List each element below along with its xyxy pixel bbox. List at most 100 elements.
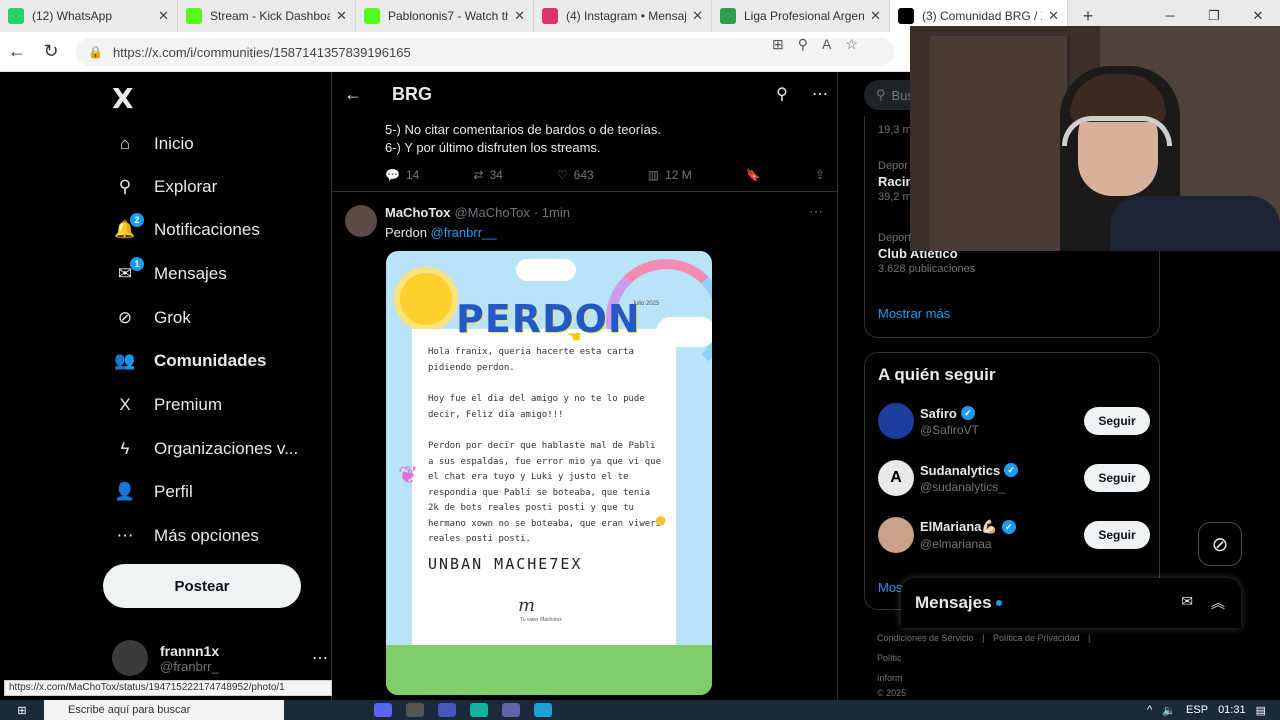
apps-icon[interactable]: ⊞ [772, 36, 784, 53]
follow-name[interactable]: Safiro [920, 406, 957, 421]
back-arrow-icon[interactable]: ← [344, 84, 364, 105]
browser-tab[interactable]: Liga Profesional Argenti ✕ [712, 0, 890, 32]
nav-item[interactable]: ⚲ Explorar [112, 167, 218, 207]
nav-item[interactable]: 👤 Perfil [112, 472, 192, 512]
bookmark-button[interactable]: 🔖 [746, 168, 761, 182]
favorite-star-icon[interactable]: ☆ [845, 36, 858, 53]
letter-unban: UNBAN MACHE7EX [428, 555, 583, 573]
repost-button[interactable]: ⇄ 34 [473, 168, 502, 182]
status-bar-url: https://x.com/MaChoTox/status/1947152221… [4, 680, 332, 696]
letter-title: PERDON [456, 297, 641, 341]
footer-separator: | [1088, 633, 1091, 643]
follow-button[interactable]: Seguir [1084, 407, 1150, 435]
app-icon[interactable] [502, 703, 520, 717]
edge-icon[interactable] [470, 703, 488, 717]
footer-link[interactable]: Polític [877, 653, 902, 663]
close-tab-icon[interactable]: ✕ [514, 8, 525, 24]
views-button[interactable]: ▥ 12 M [648, 168, 692, 182]
footer-link[interactable]: Inform [877, 673, 903, 683]
nav-item[interactable]: X Premium [112, 385, 222, 425]
read-aloud-icon[interactable]: A [822, 36, 831, 53]
volume-icon[interactable]: 🔈 [1162, 704, 1176, 717]
close-tab-icon[interactable]: ✕ [870, 8, 881, 24]
lang-indicator[interactable]: ESP [1186, 704, 1208, 716]
zoom-icon[interactable]: ⚲ [798, 36, 808, 53]
browser-tab[interactable]: (4) Instagram • Mensaje ✕ [534, 0, 712, 32]
person-icon: 👤 [114, 482, 136, 501]
footer-link[interactable]: Condiciones de Servicio [877, 633, 974, 643]
section-title: A quién seguir [878, 365, 996, 384]
grass-illustration [386, 645, 712, 695]
post[interactable]: MaChoTox @MaChoTox · 1min ⋯ Perdon @fran… [332, 193, 837, 700]
notifications-icon[interactable]: ▤ [1256, 704, 1266, 717]
taskbar-search[interactable]: Escribe aquí para buscar [44, 700, 284, 720]
nav-item[interactable]: 🔔 2 Notificaciones [112, 210, 260, 250]
nav-item[interactable]: ⊘ Grok [112, 298, 191, 338]
windows-start-icon[interactable]: ⊞ [0, 704, 44, 717]
grok-floating-button[interactable]: ⊘ [1198, 522, 1242, 566]
x-logo[interactable]: X [112, 82, 134, 115]
author-handle[interactable]: @MaChoTox [454, 205, 529, 220]
close-tab-icon[interactable]: ✕ [692, 8, 703, 24]
browser-tab[interactable]: Stream - Kick Dashboard ✕ [178, 0, 356, 32]
tab-label: (3) Comunidad BRG / X [922, 9, 1043, 23]
trend-item[interactable]: Depor Racin 39,2 m [878, 160, 913, 203]
chevron-up-icon[interactable]: ^ [1147, 704, 1152, 716]
nav-item[interactable]: ✉ 1 Mensajes [112, 254, 227, 294]
search-icon[interactable]: ⚲ [763, 84, 801, 104]
more-dots-icon[interactable]: ⋯ [809, 203, 823, 220]
more-dots-icon[interactable]: ⋯ [801, 84, 837, 104]
account-switcher[interactable]: frannn1x @franbrr_ ⋯ [112, 636, 328, 680]
close-tab-icon[interactable]: ✕ [158, 8, 169, 24]
follow-suggestion[interactable]: Safiro ✓ @SafiroVT Seguir [878, 401, 1150, 441]
tab-label: Stream - Kick Dashboard [210, 9, 331, 23]
like-button[interactable]: ♡ 643 [557, 168, 594, 182]
tab-label: (12) WhatsApp [32, 9, 113, 23]
obs-icon[interactable] [406, 703, 424, 717]
avatar[interactable] [878, 517, 914, 553]
more-dots-icon[interactable]: ⋯ [312, 648, 328, 668]
close-tab-icon[interactable]: ✕ [336, 8, 347, 24]
avatar[interactable] [878, 403, 914, 439]
expand-chevron-icon[interactable]: ︽ [1211, 593, 1225, 613]
browser-tab[interactable]: (12) WhatsApp ✕ [0, 0, 178, 32]
follow-button[interactable]: Seguir [1084, 521, 1150, 549]
post-image[interactable]: PERDON Julio 2025 Hola franix, queria ha… [386, 251, 712, 695]
follow-suggestion[interactable]: A Sudanalytics ✓ @sudanalytics_ Seguir [878, 458, 1150, 498]
avatar[interactable] [345, 205, 377, 237]
follow-button[interactable]: Seguir [1084, 464, 1150, 492]
follow-handle: @sudanalytics_ [920, 479, 1005, 494]
post-button[interactable]: Postear [103, 564, 301, 608]
reload-button[interactable]: ↻ [34, 41, 68, 62]
mention-link[interactable]: @franbrr__ [431, 225, 497, 240]
follow-suggestion[interactable]: ElMariana💪🏻 ✓ @elmarianaa Seguir [878, 515, 1150, 555]
browser-tab[interactable]: Pablononis7 - Watch th ✕ [356, 0, 534, 32]
trend-item[interactable]: 19,3 m [878, 122, 912, 136]
follow-name[interactable]: ElMariana💪🏻 [920, 519, 998, 535]
footer-link[interactable]: Política de Privacidad [993, 633, 1080, 643]
discord-icon[interactable] [374, 703, 392, 717]
new-tab-button[interactable]: + [1068, 6, 1108, 27]
avatar[interactable]: A [878, 460, 914, 496]
nav-item[interactable]: ⌂ Inicio [112, 124, 194, 164]
follow-name[interactable]: Sudanalytics [920, 463, 1000, 478]
nav-item[interactable]: ϟ Organizaciones v... [112, 429, 299, 469]
nav-item[interactable]: 👥 Comunidades [112, 341, 266, 381]
clock[interactable]: 01:31 [1218, 704, 1246, 716]
messages-drawer[interactable]: Mensajes ✉ ︽ [901, 578, 1241, 628]
browser-icon[interactable] [534, 703, 552, 717]
new-message-icon[interactable]: ✉ [1181, 593, 1193, 613]
author-name[interactable]: MaChoTox [385, 205, 450, 220]
nav-item[interactable]: ⋯ Más opciones [112, 516, 259, 556]
close-tab-icon[interactable]: ✕ [1048, 8, 1059, 24]
teams-icon[interactable] [438, 703, 456, 717]
messages-drawer-title: Mensajes [915, 593, 992, 612]
reply-button[interactable]: 💬 14 [385, 168, 419, 182]
account-handle: @franbrr_ [160, 658, 219, 674]
previous-post[interactable]: 5-) No citar comentarios de bardos o de … [332, 116, 837, 192]
show-more-link[interactable]: Mostrar más [878, 306, 950, 321]
post-time[interactable]: · 1min [534, 205, 570, 220]
back-button[interactable]: ← [0, 41, 34, 62]
share-button[interactable]: ⇪ [815, 168, 825, 182]
nav-item-label: Inicio [154, 134, 194, 153]
